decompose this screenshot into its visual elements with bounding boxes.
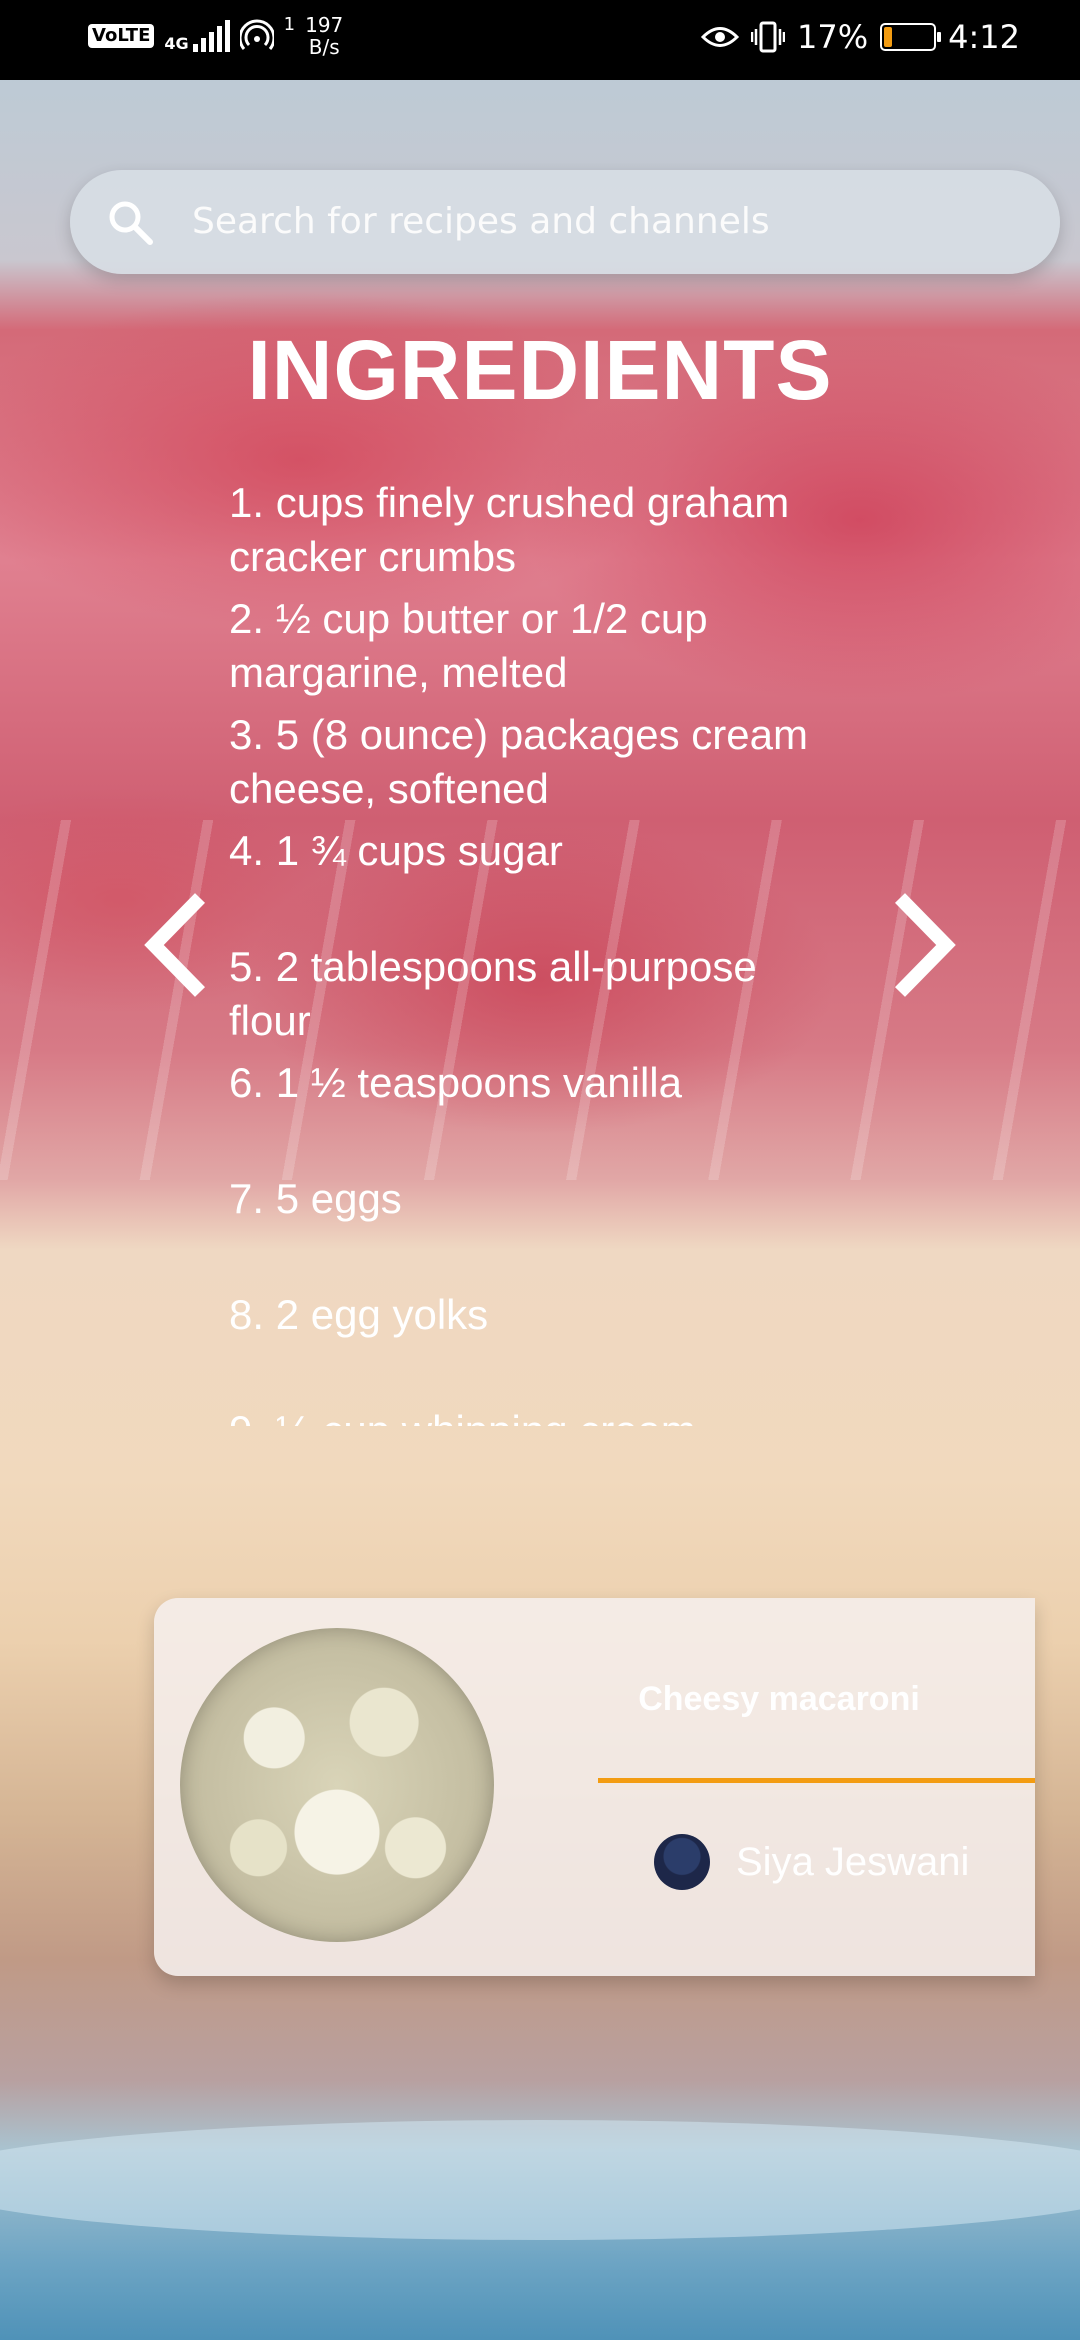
list-item: 6. 1 ½ teaspoons vanilla [229,1059,682,1106]
chevron-right-icon[interactable] [880,890,960,1000]
search-input[interactable]: Search for recipes and channels [192,196,1040,248]
hotspot-count: 1 [283,14,296,35]
status-bar: VoLTE 4G 1 197 B/s 17% 4:12 [0,0,1080,80]
volte-badge: VoLTE [88,24,155,48]
ingredients-list[interactable]: 1. cups finely crushed graham cracker cr… [229,476,829,1426]
recipe-thumbnail[interactable] [180,1628,494,1942]
avatar[interactable] [654,1834,710,1890]
list-item: 9. ¼ cup whipping cream [229,1404,829,1426]
hotspot-icon [239,19,274,50]
search-bar[interactable]: Search for recipes and channels [70,170,1060,274]
divider [598,1778,1035,1783]
list-item: 4. 1 ¾ cups sugar [229,827,563,874]
network-type: 4G [164,34,189,53]
eye-icon [701,27,740,47]
list-item: 7. 5 eggs [229,1175,402,1222]
battery-icon [880,23,942,51]
signal-indicator: 4G [164,20,230,53]
list-item: 1. cups finely crushed graham cracker cr… [229,479,790,580]
network-speed: 197 B/s [305,13,344,59]
signal-bars-icon [192,20,230,52]
author-name[interactable]: Siya Jeswani [736,1840,969,1885]
recipe-name[interactable]: Cheesy macaroni [574,1680,984,1719]
author[interactable]: Siya Jeswani [654,1834,969,1890]
list-item: 3. 5 (8 ounce) packages cream cheese, so… [229,711,808,812]
clock: 4:12 [948,18,1020,56]
list-item: 2. ½ cup butter or 1/2 cup margarine, me… [229,595,708,696]
battery-percent: 17% [797,18,869,56]
ingredients-title: INGREDIENTS [247,323,833,417]
vibrate-icon [751,21,786,53]
chevron-left-icon[interactable] [140,890,220,1000]
recipe-card[interactable]: Cheesy macaroni Siya Jeswani [154,1598,1035,1976]
list-item: 5. 2 tablespoons all-purpose flour [229,943,757,1044]
search-icon[interactable] [106,198,154,246]
list-item: 8. 2 egg yolks [229,1291,489,1338]
